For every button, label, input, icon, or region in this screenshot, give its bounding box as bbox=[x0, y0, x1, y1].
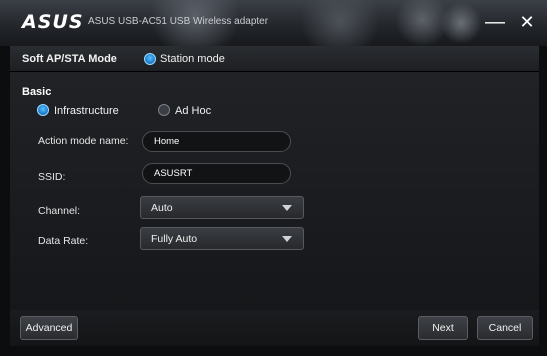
channel-value: Auto bbox=[151, 202, 173, 214]
channel-label: Channel: bbox=[38, 205, 81, 217]
infrastructure-radio[interactable] bbox=[37, 104, 49, 116]
asus-logo: ASUS bbox=[22, 11, 84, 33]
infrastructure-label[interactable]: Infrastructure bbox=[54, 105, 119, 117]
chevron-down-icon bbox=[282, 205, 292, 211]
mode-title: Soft AP/STA Mode bbox=[22, 53, 117, 65]
mode-bar: Soft AP/STA Mode Station mode bbox=[10, 46, 539, 72]
data-rate-value: Fully Auto bbox=[151, 233, 198, 245]
bottom-bar: Advanced Next Cancel bbox=[10, 310, 539, 346]
minimize-icon[interactable]: — bbox=[482, 12, 508, 34]
action-mode-name-label: Action mode name: bbox=[38, 135, 129, 147]
close-icon[interactable]: ✕ bbox=[514, 12, 540, 34]
chevron-down-icon bbox=[282, 236, 292, 242]
station-mode-label[interactable]: Station mode bbox=[160, 53, 225, 65]
bokeh-decoration bbox=[440, 2, 482, 44]
title-bar: ASUS ASUS USB-AC51 USB Wireless adapter … bbox=[0, 0, 547, 46]
basic-heading: Basic bbox=[22, 86, 52, 98]
ssid-label: SSID: bbox=[38, 171, 66, 183]
advanced-button[interactable]: Advanced bbox=[20, 316, 78, 340]
cancel-button[interactable]: Cancel bbox=[477, 316, 533, 340]
adhoc-label[interactable]: Ad Hoc bbox=[175, 105, 211, 117]
data-rate-label: Data Rate: bbox=[38, 235, 89, 247]
ssid-input[interactable]: ASUSRT bbox=[142, 163, 291, 184]
window-title: ASUS USB-AC51 USB Wireless adapter bbox=[88, 16, 269, 27]
adhoc-radio[interactable] bbox=[158, 104, 170, 116]
station-mode-radio[interactable] bbox=[144, 53, 156, 65]
data-rate-select[interactable]: Fully Auto bbox=[140, 227, 304, 250]
next-button[interactable]: Next bbox=[418, 316, 468, 340]
action-mode-name-input[interactable]: Home bbox=[142, 131, 291, 152]
bokeh-decoration bbox=[300, 0, 380, 46]
channel-select[interactable]: Auto bbox=[140, 196, 304, 219]
